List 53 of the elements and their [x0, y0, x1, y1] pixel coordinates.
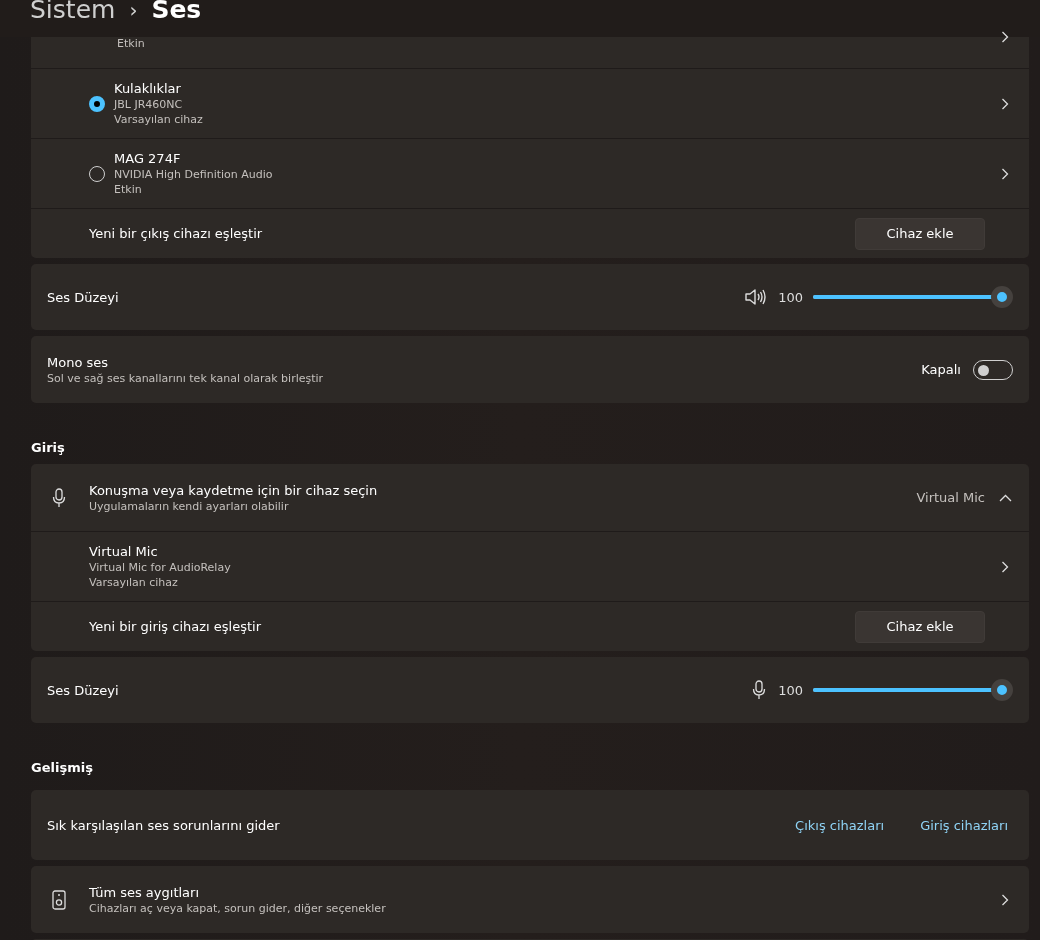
radio-button[interactable] [89, 95, 105, 112]
troubleshoot-link[interactable]: Çıkış cihazları [795, 817, 885, 833]
pair-label: Yeni bir çıkış cihazı eşleştir [89, 226, 263, 241]
add-device-button[interactable]: Cihaz ekle [855, 610, 985, 643]
device-row[interactable]: Virtual Mic Virtual Mic for AudioRelay Varsayılan cihaz [31, 531, 1029, 601]
section-heading: Gelişmiş [31, 760, 94, 775]
volume-value: 100 [778, 289, 803, 305]
device-description: Virtual Mic for AudioRelay [89, 561, 232, 574]
chevron-right-icon[interactable] [1001, 31, 1009, 43]
toggle-state-label: Kapalı [921, 362, 961, 377]
volume-slider[interactable] [813, 286, 1013, 308]
device-name: Virtual Mic [89, 544, 159, 559]
speaker-box-icon [52, 889, 66, 910]
chevron-up-icon[interactable] [999, 493, 1012, 502]
setting-title: Tüm ses aygıtları [89, 884, 201, 900]
page-title: Ses [151, 0, 202, 23]
device-status: Etkin [114, 183, 143, 196]
chevron-right-icon[interactable] [1001, 167, 1009, 180]
device-description: JBL JR460NC [114, 98, 184, 111]
setting-title: Mono ses [47, 354, 110, 370]
volume-slider[interactable] [813, 679, 1013, 701]
speaker-icon[interactable] [744, 288, 767, 306]
device-description: NVIDIA High Definition Audio [114, 168, 274, 181]
add-device-button[interactable]: Cihaz ekle [855, 217, 985, 250]
microphone-icon [52, 487, 66, 508]
volume-label: Ses Düzeyi [47, 289, 120, 305]
chooser-description: Uygulamaların kendi ayarları olabilir [89, 499, 290, 513]
slider-thumb[interactable] [991, 286, 1013, 308]
slider-thumb[interactable] [991, 679, 1013, 701]
chevron-right-icon[interactable] [1001, 560, 1009, 573]
breadcrumb-separator: › [129, 0, 138, 23]
troubleshoot-link[interactable]: Giriş cihazları [920, 817, 1008, 833]
chevron-right-icon[interactable] [1001, 893, 1009, 906]
volume-value: 100 [778, 682, 803, 698]
setting-description: Sol ve sağ ses kanallarını tek kanal olarak birleştir [47, 371, 325, 385]
troubleshoot-label: Sık karşılaşılan ses sorunlarını gider [47, 817, 281, 833]
selected-device: Virtual Mic [916, 490, 985, 505]
device-name: Kulaklıklar [114, 81, 182, 96]
device-status: Varsayılan cihaz [89, 576, 179, 589]
all-devices-row[interactable]: Tüm ses aygıtları Cihazları aç veya kapat, sorun gider, diğer seçenekler [31, 866, 1029, 933]
volume-label: Ses Düzeyi [47, 682, 120, 698]
chooser-title: Konuşma veya kaydetme için bir cihaz seçin [89, 482, 379, 498]
setting-description: Cihazları aç veya kapat, sorun gider, diğer seçenekler [89, 901, 387, 915]
device-name: MAG 274F [114, 151, 182, 166]
chevron-right-icon[interactable] [1001, 97, 1009, 110]
device-row[interactable]: Kulaklıklar JBL JR460NC Varsayılan cihaz [31, 68, 1029, 138]
microphone-icon[interactable] [752, 680, 767, 700]
section-heading: Giriş [31, 440, 66, 455]
device-row[interactable]: MAG 274F NVIDIA High Definition Audio Etkin [31, 138, 1029, 208]
pair-label: Yeni bir giriş cihazı eşleştir [89, 619, 261, 634]
device-status: Etkin [117, 37, 145, 50]
device-chooser[interactable]: Konuşma veya kaydetme için bir cihaz seçin Uygulamaların kendi ayarları olabilir Virtual Mic [31, 464, 1029, 531]
device-status: Varsayılan cihaz [114, 113, 204, 126]
